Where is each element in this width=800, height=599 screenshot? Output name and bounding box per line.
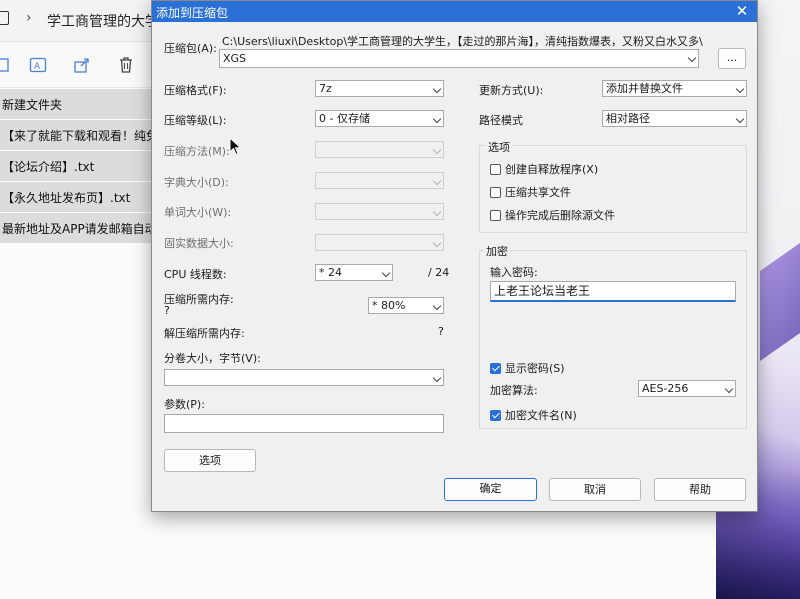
cpu-total: / 24 — [428, 266, 450, 279]
chevron-down-icon — [432, 207, 442, 217]
chevron-down-icon — [381, 268, 391, 278]
list-item[interactable]: 【永久地址发布页】.txt — [0, 182, 160, 212]
params-label: 参数(P): — [164, 398, 205, 411]
password-label: 输入密码: — [490, 266, 538, 279]
update-value: 添加并替换文件 — [606, 82, 683, 95]
ok-button[interactable]: 确定 — [444, 478, 537, 501]
chevron-down-icon — [724, 384, 734, 394]
options-button[interactable]: 选项 — [164, 449, 256, 472]
add-to-archive-dialog: 添加到压缩包 ✕ 压缩包(A): C:\Users\liuxi\Desktop\… — [151, 0, 758, 512]
dialog-titlebar[interactable]: 添加到压缩包 ✕ — [152, 1, 757, 22]
chevron-down-icon — [432, 301, 442, 311]
monitor-icon — [0, 11, 9, 25]
close-icon[interactable]: ✕ — [733, 2, 751, 20]
file-list: 新建文件夹 【来了就能下载和观看！纯免费 【论坛介绍】.txt 【永久地址发布页… — [0, 89, 160, 244]
browse-button[interactable]: ... — [718, 48, 746, 69]
volume-combo[interactable] — [164, 369, 444, 386]
archive-label: 压缩包(A): — [164, 42, 217, 55]
method-label: 压缩方法(M): — [164, 145, 230, 158]
checkbox-icon — [490, 209, 501, 221]
word-label: 单词大小(W): — [164, 206, 232, 219]
copy-icon[interactable] — [0, 56, 12, 74]
algo-value: AES-256 — [642, 382, 689, 395]
archive-path: C:\Users\liuxi\Desktop\学工商管理的大学生，【走过的那片海… — [222, 35, 703, 48]
share-icon[interactable] — [73, 56, 91, 74]
list-item[interactable]: 最新地址及APP请发邮箱自动获 — [0, 213, 160, 243]
dict-combo — [315, 172, 444, 189]
delete-source-label: 操作完成后删除源文件 — [505, 209, 615, 222]
options-group-label: 选项 — [486, 139, 512, 155]
dict-label: 字典大小(D): — [164, 176, 229, 189]
level-value: 0 - 仅存储 — [319, 112, 370, 125]
chevron-down-icon — [735, 114, 745, 124]
list-item[interactable]: 新建文件夹 — [0, 89, 160, 119]
mouse-cursor-icon — [229, 136, 242, 159]
chevron-down-icon — [735, 84, 745, 94]
algo-combo[interactable]: AES-256 — [638, 380, 736, 397]
cpu-label: CPU 线程数: — [164, 268, 227, 281]
show-password-label: 显示密码(S) — [505, 362, 565, 375]
delete-icon[interactable] — [117, 56, 135, 74]
shared-label: 压缩共享文件 — [505, 186, 571, 199]
algo-label: 加密算法: — [490, 384, 538, 397]
sfx-label: 创建自释放程序(X) — [505, 163, 599, 176]
mem-percent-value: * 80% — [372, 299, 406, 312]
checkbox-checked-icon — [490, 409, 501, 421]
path-combo[interactable]: 相对路径 — [602, 110, 747, 127]
chevron-right-icon[interactable]: › — [26, 10, 32, 26]
mem-compress-value: ? — [164, 304, 170, 317]
archive-name-combo[interactable]: XGS — [219, 49, 699, 68]
list-item[interactable]: 【来了就能下载和观看！纯免费 — [0, 120, 160, 150]
volume-label: 分卷大小，字节(V): — [164, 352, 261, 365]
chevron-down-icon — [432, 238, 442, 248]
format-label: 压缩格式(F): — [164, 84, 227, 97]
sfx-checkbox[interactable]: 创建自释放程序(X) — [490, 161, 598, 177]
solid-label: 固实数据大小: — [164, 237, 234, 250]
chevron-down-icon — [432, 176, 442, 186]
mem-decompress-label: 解压缩所需内存: — [164, 327, 245, 340]
chevron-down-icon — [432, 84, 442, 94]
method-combo — [315, 141, 444, 158]
rename-icon[interactable]: A — [29, 56, 47, 74]
chevron-down-icon — [432, 145, 442, 155]
shared-checkbox[interactable]: 压缩共享文件 — [490, 184, 571, 200]
mem-percent-combo[interactable]: * 80% — [368, 297, 444, 314]
mem-compress-label: 压缩所需内存: — [164, 293, 234, 306]
cancel-button[interactable]: 取消 — [549, 478, 641, 501]
list-item[interactable]: 【论坛介绍】.txt — [0, 151, 160, 181]
cpu-combo[interactable]: * 24 — [315, 264, 393, 281]
delete-source-checkbox[interactable]: 操作完成后删除源文件 — [490, 207, 615, 223]
update-label: 更新方式(U): — [479, 84, 544, 97]
mem-decompress-value: ? — [438, 325, 444, 338]
format-value: 7z — [319, 82, 332, 95]
chevron-down-icon — [432, 373, 442, 383]
params-input[interactable] — [164, 414, 444, 433]
format-combo[interactable]: 7z — [315, 80, 444, 97]
chevron-down-icon — [432, 114, 442, 124]
encrypt-names-checkbox[interactable]: 加密文件名(N) — [490, 407, 577, 423]
show-password-checkbox[interactable]: 显示密码(S) — [490, 360, 565, 376]
checkbox-checked-icon — [490, 362, 501, 374]
cpu-value: * 24 — [319, 266, 342, 279]
help-button[interactable]: 帮助 — [654, 478, 746, 501]
checkbox-icon — [490, 186, 501, 198]
word-combo — [315, 203, 444, 220]
password-input[interactable]: 上老王论坛当老王 — [490, 281, 736, 302]
solid-combo — [315, 234, 444, 251]
update-combo[interactable]: 添加并替换文件 — [602, 80, 747, 97]
dialog-title: 添加到压缩包 — [156, 6, 229, 20]
chevron-down-icon — [687, 53, 697, 63]
checkbox-icon — [490, 163, 501, 175]
encrypt-names-label: 加密文件名(N) — [505, 409, 577, 422]
level-label: 压缩等级(L): — [164, 114, 227, 127]
archive-name-value: XGS — [223, 52, 247, 65]
path-value: 相对路径 — [606, 112, 650, 125]
encrypt-group-label: 加密 — [484, 243, 510, 259]
level-combo[interactable]: 0 - 仅存储 — [315, 110, 444, 127]
path-label: 路径模式 — [479, 114, 523, 127]
svg-text:A: A — [34, 62, 41, 72]
